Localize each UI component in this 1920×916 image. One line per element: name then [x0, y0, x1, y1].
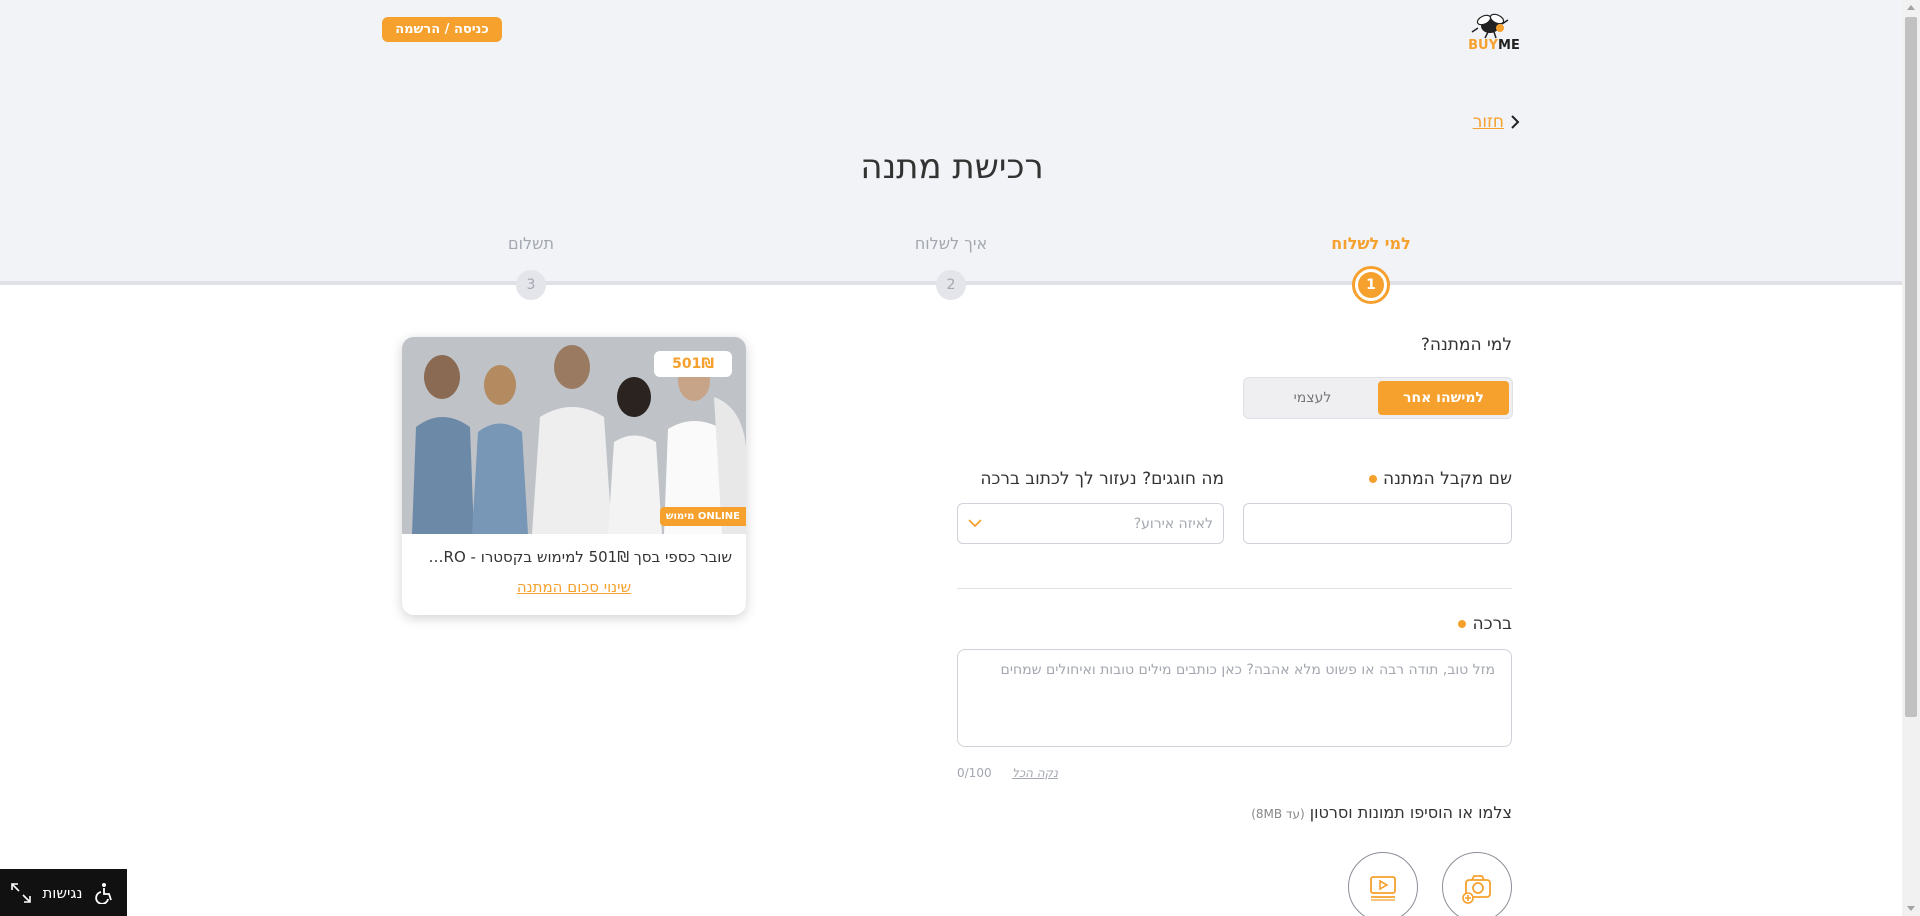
for-someone-else-button[interactable]: למישהו אחר	[1378, 381, 1509, 415]
chevron-right-icon	[1511, 115, 1520, 129]
gift-card-summary: 501₪ מימוש ONLINE שובר כספי בסך 501₪ למי…	[402, 337, 746, 615]
price-badge: 501₪	[654, 351, 732, 377]
step-label: תשלום	[508, 234, 554, 253]
expand-arrows-icon	[11, 882, 31, 903]
step-how-to-send[interactable]: איך לשלוח 2	[881, 234, 1021, 300]
gift-description: שובר כספי בסך 501₪ למימוש בקסטרו - STRO.…	[420, 548, 732, 566]
recipient-question: למי המתנה?	[1420, 335, 1512, 355]
page-scrollbar[interactable]	[1902, 0, 1920, 916]
scroll-up-icon[interactable]	[1907, 5, 1915, 10]
back-link[interactable]: חזור	[1470, 110, 1520, 134]
blessing-label: ברכה	[1458, 614, 1512, 634]
wheelchair-icon	[95, 882, 112, 904]
bee-icon	[1471, 13, 1509, 39]
media-size-note: (עד 8MB)	[1251, 807, 1305, 821]
login-register-button[interactable]: כניסה / הרשמה	[382, 17, 502, 42]
required-dot	[1458, 620, 1467, 628]
step-number-active: 1	[1352, 266, 1390, 304]
for-myself-button[interactable]: לעצמי	[1247, 381, 1378, 415]
online-redeem-badge: מימוש ONLINE	[659, 507, 746, 526]
chevron-down-icon	[968, 519, 982, 528]
back-label: חזור	[1472, 112, 1504, 132]
required-dot	[1369, 475, 1378, 483]
step-who-to-send[interactable]: למי לשלוח 1	[1301, 234, 1441, 304]
buyme-logo[interactable]: BUYME	[1466, 10, 1522, 54]
add-photo-button[interactable]	[1442, 852, 1512, 916]
accessibility-button[interactable]: נגישות	[0, 869, 127, 916]
recipient-name-input[interactable]	[1243, 503, 1512, 544]
step-number: 2	[936, 270, 966, 300]
video-play-icon	[1370, 876, 1396, 901]
blessing-textarea[interactable]	[957, 649, 1512, 747]
page-title: רכישת מתנה	[860, 147, 1044, 187]
step-label: למי לשלוח	[1331, 234, 1411, 253]
step-number: 3	[516, 270, 546, 300]
gift-card-image: 501₪ מימוש ONLINE	[402, 337, 746, 534]
camera-plus-icon	[1462, 875, 1491, 904]
section-divider	[957, 588, 1512, 589]
occasion-label: מה חוגגים? נעזור לך לכתוב ברכה	[980, 469, 1224, 489]
character-counter: 0/100	[957, 766, 992, 780]
scroll-thumb[interactable]	[1905, 17, 1917, 717]
step-payment[interactable]: תשלום 3	[461, 234, 601, 300]
accessibility-label: נגישות	[42, 883, 83, 902]
step-label: איך לשלוח	[914, 234, 988, 253]
recipient-toggle: למישהו אחר לעצמי	[1243, 377, 1513, 419]
scroll-down-icon[interactable]	[1907, 906, 1915, 911]
logo-wordmark: BUYME	[1468, 38, 1520, 53]
recipient-name-label: שם מקבל המתנה	[1369, 469, 1512, 489]
occasion-dropdown[interactable]: לאיזה אירוע?	[957, 503, 1224, 544]
media-upload-label: צלמו או הוסיפו תמונות וסרטון (עד 8MB)	[1251, 803, 1512, 822]
change-amount-link[interactable]: שינוי סכום המתנה	[402, 578, 746, 596]
add-video-button[interactable]	[1348, 852, 1418, 916]
clear-all-link[interactable]: נקה הכל	[1012, 766, 1058, 780]
occasion-placeholder: לאיזה אירוע?	[1133, 515, 1213, 532]
